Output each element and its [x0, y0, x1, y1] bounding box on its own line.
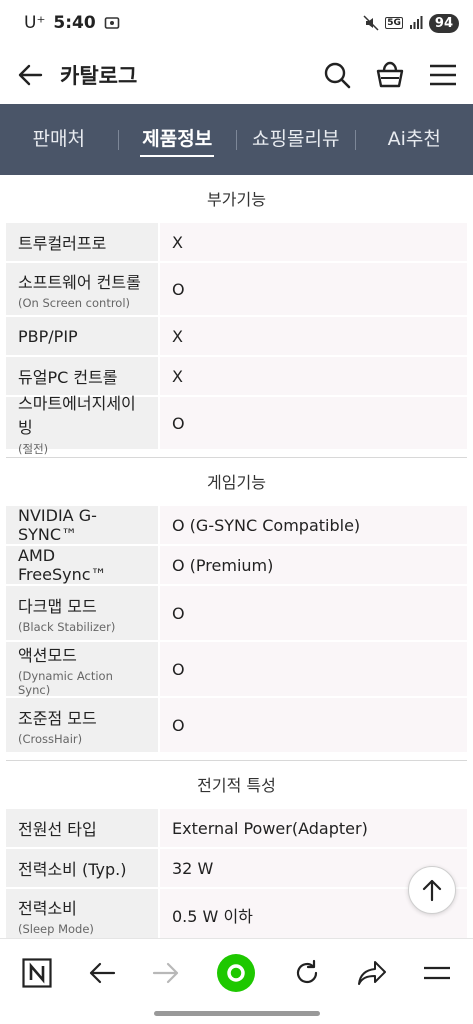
spec-key: 전원선 타입: [6, 809, 158, 847]
spec-value: X: [160, 223, 467, 261]
spec-key: PBP/PIP: [6, 317, 158, 355]
signal-icon: [409, 16, 423, 30]
spec-row: 전원선 타입 External Power(Adapter): [6, 809, 467, 847]
page-title: 카탈로그: [60, 64, 138, 88]
spec-value: O: [160, 698, 467, 752]
spec-key: 트루컬러프로: [6, 223, 158, 261]
forward-icon[interactable]: [152, 961, 180, 985]
status-time: 5:40: [53, 13, 96, 33]
spec-value: O (G-SYNC Compatible): [160, 506, 467, 544]
screen-record-icon: [104, 15, 120, 31]
naver-home-icon[interactable]: [22, 958, 52, 988]
spec-key: 전력소비 (Typ.): [6, 849, 158, 887]
spec-value: O: [160, 642, 467, 696]
tab-sellers[interactable]: 판매처: [0, 104, 118, 175]
spec-value: O: [160, 586, 467, 640]
browser-bottom-bar: [0, 938, 473, 1024]
spec-content[interactable]: 부가기능 트루컬러프로 X 소프트웨어 컨트롤 (On Screen contro…: [0, 175, 473, 938]
hamburger-menu-icon[interactable]: [429, 63, 457, 87]
spec-key: 액션모드 (Dynamic Action Sync): [6, 642, 158, 697]
spec-row: 다크맵 모드 (Black Stabilizer) O: [6, 586, 467, 640]
app-header: 카탈로그: [0, 46, 473, 104]
spec-key: NVIDIA G-SYNC™: [6, 506, 158, 544]
spec-value: External Power(Adapter): [160, 809, 467, 847]
spec-key: 소프트웨어 컨트롤 (On Screen control): [6, 263, 158, 315]
spec-key-sub: (Sleep Mode): [18, 921, 94, 936]
spec-row: AMD FreeSync™ O (Premium): [6, 546, 467, 584]
section-title-electric: 전기적 특성: [197, 776, 276, 795]
spec-key: 전력소비 (Sleep Mode): [6, 889, 158, 938]
shopping-basket-icon[interactable]: [375, 61, 405, 89]
arrow-up-icon: [421, 878, 443, 902]
back-icon[interactable]: [88, 961, 116, 985]
spec-key: 다크맵 모드 (Black Stabilizer): [6, 586, 158, 640]
spec-key-sub: (Dynamic Action Sync): [18, 668, 113, 697]
spec-row: 액션모드 (Dynamic Action Sync) O: [6, 642, 467, 697]
share-icon[interactable]: [357, 960, 387, 986]
section-title-extra: 부가기능: [207, 190, 266, 209]
spec-key-sub: (Black Stabilizer): [18, 619, 116, 634]
spec-value: X: [160, 357, 467, 395]
mute-icon: [363, 15, 379, 31]
spec-key: AMD FreeSync™: [6, 546, 158, 584]
search-icon[interactable]: [323, 61, 351, 89]
spec-value: X: [160, 317, 467, 355]
section-title-game: 게임기능: [207, 473, 266, 492]
spec-key: 조준점 모드 (CrossHair): [6, 698, 158, 752]
spec-key-sub: (On Screen control): [18, 295, 131, 310]
spec-key-sub: (절전): [18, 441, 49, 456]
back-arrow-icon[interactable]: [16, 61, 44, 89]
spec-key-sub: (CrossHair): [18, 731, 83, 746]
status-bar: U⁺ 5:40 5G 94: [0, 0, 473, 46]
spec-row: 트루컬러프로 X: [6, 223, 467, 261]
spec-row: 조준점 모드 (CrossHair) O: [6, 698, 467, 752]
spec-value: O (Premium): [160, 546, 467, 584]
green-dot-icon[interactable]: [216, 953, 256, 993]
spec-row: 전력소비 (Typ.) 32 W: [6, 849, 467, 887]
spec-row: NVIDIA G-SYNC™ O (G-SYNC Compatible): [6, 506, 467, 544]
spec-row: 소프트웨어 컨트롤 (On Screen control) O: [6, 263, 467, 315]
gesture-bar[interactable]: [153, 1011, 320, 1016]
battery-badge: 94: [428, 13, 459, 33]
refresh-icon[interactable]: [293, 959, 321, 987]
spec-row: 전력소비 (Sleep Mode) 0.5 W 이하: [6, 889, 467, 938]
tab-bar: 판매처 제품정보 쇼핑몰리뷰 Ai추천: [0, 104, 473, 175]
tab-mall-reviews[interactable]: 쇼핑몰리뷰: [237, 104, 355, 175]
spec-row: 스마트에너지세이빙 (절전) O: [6, 394, 467, 456]
spec-key: 스마트에너지세이빙 (절전): [6, 394, 158, 456]
scroll-top-button[interactable]: [408, 866, 456, 914]
spec-value: O: [160, 263, 467, 315]
tab-product-info[interactable]: 제품정보: [119, 104, 237, 175]
spec-value: O: [160, 397, 467, 449]
tab-ai-recommend[interactable]: Ai추천: [356, 104, 473, 175]
spec-row: PBP/PIP X: [6, 317, 467, 355]
carrier-label: U⁺: [24, 13, 46, 33]
network-5g-icon: 5G: [385, 17, 403, 29]
browser-menu-icon[interactable]: [423, 964, 451, 982]
